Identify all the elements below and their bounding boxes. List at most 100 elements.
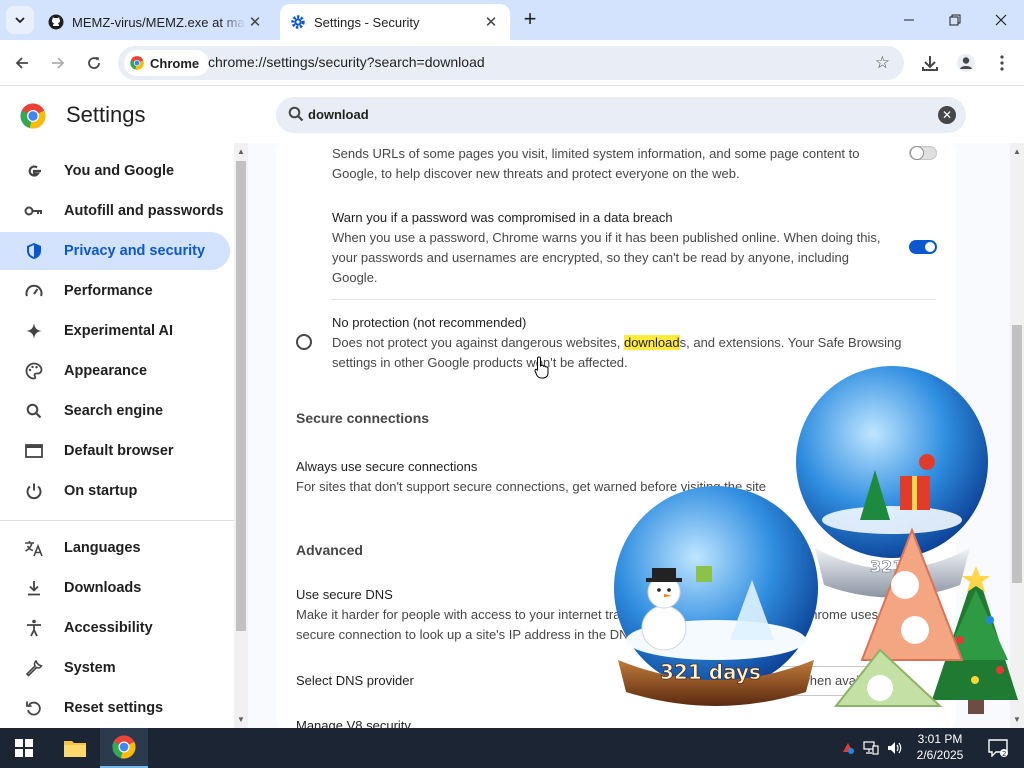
password-warning-row: Warn you if a password was compromised i… [332,208,880,288]
sidebar-item-system[interactable]: System [0,649,230,687]
sidebar-item-downloads[interactable]: Downloads [0,569,230,607]
search-value: download [308,107,369,122]
sidebar-item-you-and-google[interactable]: You and Google [0,152,230,190]
scroll-up-icon[interactable]: ▲ [1013,147,1021,156]
palette-icon [24,361,44,381]
notifications-button[interactable]: 2 [978,728,1018,768]
toggle-knob [925,242,935,252]
sidebar-item-accessibility[interactable]: Accessibility [0,609,230,647]
sidebar-item-privacy[interactable]: Privacy and security [0,232,230,270]
scrollbar-thumb[interactable] [1012,325,1022,583]
search-icon [24,401,44,421]
tray-app-icon[interactable] [838,728,858,768]
close-icon [995,14,1007,26]
sidebar-item-on-startup[interactable]: On startup [0,472,230,510]
settings-search-input[interactable]: download ✕ [276,97,966,133]
sidebar-scrollbar[interactable]: ▲ ▼ [234,143,248,728]
back-button[interactable] [8,49,36,77]
restore-button[interactable] [932,0,978,40]
sidebar-item-performance[interactable]: Performance [0,272,230,310]
volume-button[interactable] [884,728,906,768]
restore-icon [949,14,961,26]
key-icon [24,201,44,221]
window-close-button[interactable] [978,0,1024,40]
dns-provider-select[interactable]: OS default (when available) [720,666,900,696]
svg-text:2: 2 [1002,750,1006,757]
kebab-menu-icon [1000,55,1004,71]
scroll-up-icon[interactable]: ▲ [237,147,245,156]
password-warning-toggle[interactable] [909,240,937,254]
shield-icon [24,241,44,261]
tab-strip: MEMZ-virus/MEMZ.exe at main ✕ Settings -… [0,0,1024,40]
forward-arrow-icon [52,57,65,69]
download-icon [922,56,938,71]
close-icon[interactable]: ✕ [246,13,264,31]
text-fragment: s, and extensions. Your Safe Browsing [679,335,902,350]
sidebar-item-label: Experimental AI [64,323,174,339]
settings-sidebar: You and Google Autofill and passwords Pr… [0,143,234,728]
chrome-logo-icon [20,103,46,129]
notification-icon: 2 [988,739,1008,757]
tab-settings[interactable]: Settings - Security ✕ [280,4,510,40]
sidebar-item-appearance[interactable]: Appearance [0,352,230,390]
description-line: Does not protect you against dangerous w… [332,333,902,353]
sidebar-item-label: Downloads [64,580,142,596]
file-explorer-button[interactable] [52,728,98,768]
no-protection-radio[interactable] [296,334,312,350]
sidebar-item-experimental-ai[interactable]: Experimental AI [0,312,230,350]
downloads-button[interactable] [916,49,944,77]
sidebar-item-label: Performance [64,283,153,299]
sidebar-item-autofill[interactable]: Autofill and passwords [0,192,230,230]
sidebar-item-search-engine[interactable]: Search engine [0,392,230,430]
toggle-knob [910,146,924,160]
sidebar-item-reset[interactable]: Reset settings [0,689,230,727]
close-icon[interactable]: ✕ [482,13,500,31]
sidebar-item-languages[interactable]: Languages [0,529,230,567]
clock-date: 2/6/2025 [916,748,964,762]
description-line: Google, to help discover new threats and… [332,166,740,181]
secure-connections-row[interactable]: Always use secure connections For sites … [296,457,766,497]
site-info-chip[interactable]: Chrome [124,50,210,76]
minimize-button[interactable] [886,0,932,40]
reload-button[interactable] [80,49,108,77]
network-status-button[interactable] [860,728,882,768]
description-line: Sends URLs of some pages you visit, limi… [332,146,860,161]
bookmark-star-icon[interactable]: ☆ [875,53,890,73]
sidebar-item-default-browser[interactable]: Default browser [0,432,230,470]
main-scrollbar[interactable]: ▲ ▼ [1010,143,1024,728]
secure-dns-toggle[interactable] [909,608,937,622]
scroll-down-icon[interactable]: ▼ [1013,715,1021,724]
wrench-icon [24,658,44,678]
profile-button[interactable] [952,49,980,77]
chrome-logo-icon [112,735,136,759]
address-bar[interactable]: Chrome chrome://settings/security?search… [118,46,904,80]
row-divider [332,299,936,300]
scroll-down-icon[interactable]: ▼ [237,715,245,724]
menu-button[interactable] [988,49,1016,77]
taskbar-clock[interactable]: 3:01 PM 2/6/2025 [910,731,970,763]
chrome-taskbar-button[interactable] [100,728,148,768]
url-sharing-toggle[interactable] [909,146,937,160]
description-line: settings in other Google products won't … [332,355,628,370]
minimize-icon [904,19,914,21]
scrollbar-thumb[interactable] [236,161,246,631]
row-title: Always use secure connections [296,459,478,474]
tab-search-button[interactable] [6,6,34,34]
back-arrow-icon [15,57,28,69]
speedometer-icon [24,281,44,301]
sidebar-item-label: On startup [64,483,138,499]
tab-title: Settings - Security [314,14,420,30]
sidebar-item-label: Reset settings [64,700,164,716]
sidebar-divider [0,520,234,521]
section-heading-advanced: Advanced [296,542,363,558]
new-tab-button[interactable]: + [518,8,542,32]
forward-button[interactable] [44,49,72,77]
manage-v8-row[interactable]: Manage V8 security [296,716,411,728]
tab-github[interactable]: MEMZ-virus/MEMZ.exe at main ✕ [38,4,274,40]
description-line: When you use a password, Chrome warns yo… [332,230,881,245]
github-icon [48,14,64,30]
power-icon [24,481,44,501]
row-title: No protection (not recommended) [332,315,527,330]
clear-search-icon[interactable]: ✕ [938,106,956,124]
start-button[interactable] [0,728,48,768]
